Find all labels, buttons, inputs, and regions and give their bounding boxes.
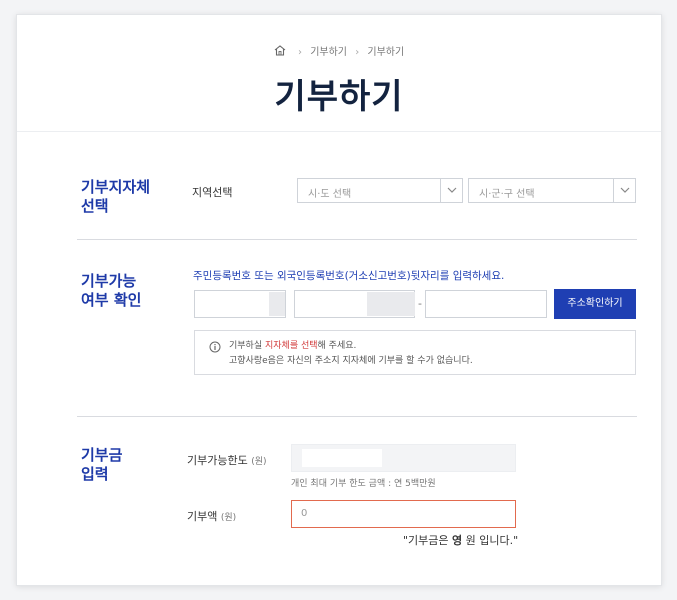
notice-line1: 기부하실 지자체를 선택해 주세요. xyxy=(229,339,356,354)
amount-label: 기부액 (원) xyxy=(187,508,236,524)
amount-title-line2: 입력 xyxy=(81,465,109,483)
amount-unit: (원) xyxy=(220,513,237,523)
region-label: 지역선택 xyxy=(192,186,233,199)
limit-unit: (원) xyxy=(251,457,267,467)
result-value: 영 xyxy=(452,534,463,547)
masked-area xyxy=(269,292,285,316)
donation-limit-display xyxy=(291,444,516,472)
breadcrumb-item[interactable]: 기부하기 xyxy=(310,47,347,58)
masked-area xyxy=(302,449,382,467)
amount-label-text: 기부액 xyxy=(187,510,218,523)
section-divider xyxy=(77,239,637,240)
donation-card: › 기부하기 › 기부하기 기부하기 기부지자체 선택 지역선택 시·도 선택 … xyxy=(16,14,662,586)
home-icon[interactable] xyxy=(274,45,286,56)
info-icon xyxy=(209,341,221,353)
breadcrumb-item-current: 기부하기 xyxy=(367,47,405,58)
chevron-right-icon: › xyxy=(355,47,360,58)
chevron-down-icon xyxy=(440,179,462,202)
section-divider xyxy=(77,416,637,417)
id-front-input[interactable] xyxy=(194,290,286,318)
notice-line2: 고향사랑e음은 자신의 주소지 지자체에 기부를 할 수가 없습니다. xyxy=(229,356,473,366)
district-select-value: 시·군·구 선택 xyxy=(479,189,535,200)
donation-amount-input[interactable]: 0 xyxy=(291,500,516,528)
eligibility-title-line2: 여부 확인 xyxy=(81,291,142,309)
form-content: 기부지자체 선택 지역선택 시·도 선택 시·군·구 선택 기부가능 여부 확인… xyxy=(17,131,661,585)
notice-box: 기부하실 지자체를 선택해 주세요. 고향사랑e음은 자신의 주소지 지자체에 … xyxy=(194,330,636,375)
amount-title-line1: 기부금 xyxy=(81,446,123,464)
province-select[interactable]: 시·도 선택 xyxy=(297,178,463,203)
limit-label-text: 기부가능한도 xyxy=(187,454,248,467)
notice-line1-highlight: 지자체를 선택 xyxy=(264,341,318,351)
region-section-title: 기부지자체 선택 xyxy=(81,178,150,216)
address-check-button[interactable]: 주소확인하기 xyxy=(554,289,636,319)
region-title-line1: 기부지자체 xyxy=(81,178,151,196)
limit-note: 개인 최대 기부 한도 금액 : 연 5백만원 xyxy=(291,479,436,489)
chevron-right-icon: › xyxy=(298,47,302,58)
id-dash: - xyxy=(418,297,422,310)
region-title-line2: 선택 xyxy=(81,197,109,215)
district-select[interactable]: 시·군·구 선택 xyxy=(468,178,636,203)
eligibility-section-title: 기부가능 여부 확인 xyxy=(81,272,141,310)
result-post: 원 입니다." xyxy=(462,534,519,547)
notice-line1-pre: 기부하실 xyxy=(229,341,265,351)
masked-area xyxy=(367,292,415,316)
amount-section-title: 기부금 입력 xyxy=(81,446,122,484)
chevron-down-icon xyxy=(613,179,635,202)
limit-label: 기부가능한도 (원) xyxy=(187,452,267,468)
donation-amount-summary: "기부금은 영 원 입니다." xyxy=(403,532,518,548)
id-back-input[interactable] xyxy=(425,290,547,318)
id-instruction: 주민등록번호 또는 외국인등록번호(거소신고번호)뒷자리를 입력하세요. xyxy=(193,270,505,282)
breadcrumb: › 기부하기 › 기부하기 xyxy=(17,43,661,58)
eligibility-title-line1: 기부가능 xyxy=(81,272,137,290)
notice-line1-post: 해 주세요. xyxy=(317,341,357,351)
id-middle-input[interactable] xyxy=(294,290,415,318)
page-header: › 기부하기 › 기부하기 기부하기 xyxy=(17,15,661,131)
result-pre: "기부금은 xyxy=(403,534,453,547)
page-title: 기부하기 xyxy=(274,77,404,117)
province-select-value: 시·도 선택 xyxy=(308,189,352,200)
